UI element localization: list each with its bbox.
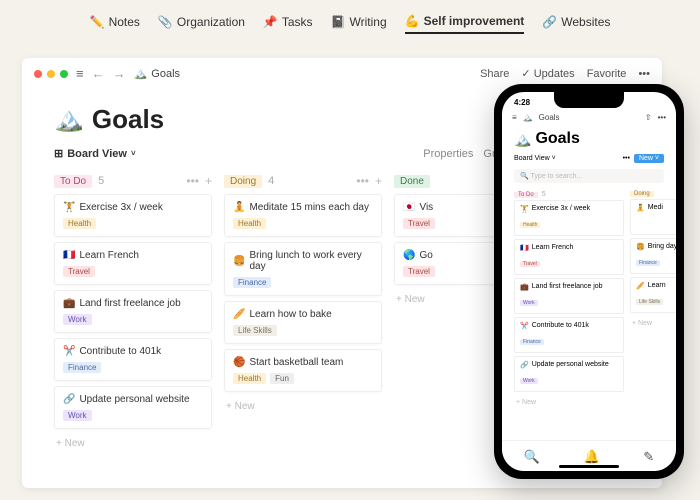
tag: Fun (270, 373, 294, 384)
column-add-icon[interactable]: + (205, 174, 212, 188)
phone-card[interactable]: 🍔Bring dayFinance (630, 238, 676, 274)
card[interactable]: ✂️Contribute to 401kFinance (54, 338, 212, 381)
new-card-button[interactable]: + New (54, 434, 212, 453)
share-button[interactable]: Share (480, 68, 509, 80)
tag: Life Skills (233, 325, 277, 336)
phone-page-title: 🏔️ Goals (502, 124, 676, 152)
tab-notes[interactable]: ✏️Notes (90, 14, 140, 34)
tag: Finance (233, 277, 271, 288)
more-icon[interactable]: ••• (638, 68, 650, 80)
home-indicator[interactable] (559, 465, 619, 468)
phone-search-input[interactable]: 🔍 Type to search... (514, 169, 664, 183)
properties-button[interactable]: Properties (423, 148, 473, 160)
tag: Health (233, 373, 266, 384)
phone-view-more[interactable]: ••• (623, 155, 630, 162)
forward-icon[interactable]: → (113, 66, 126, 81)
phone-col-label[interactable]: To Do (514, 192, 538, 198)
column-more-icon[interactable]: ••• (186, 174, 199, 188)
phone-card[interactable]: 🇫🇷Learn FrenchTravel (514, 239, 624, 275)
phone-new-button[interactable]: New ˅ (634, 154, 664, 163)
column-label[interactable]: Doing (224, 175, 262, 188)
phone-kanban: To Do5🏋️Exercise 3x / weekHealth🇫🇷Learn … (502, 187, 676, 412)
favorite-button[interactable]: Favorite (587, 68, 627, 80)
phone-titlebar: ≡ 🏔️ Goals ⇧ ••• (502, 107, 676, 124)
column-label[interactable]: To Do (54, 175, 92, 188)
min-dot[interactable] (47, 70, 55, 78)
phone-card[interactable]: 🧘Medi (630, 199, 676, 235)
tag: Health (63, 218, 96, 229)
tab-self-improvement[interactable]: 💪Self improvement (405, 14, 525, 34)
phone-new-card[interactable]: + New (514, 395, 624, 410)
phone-share-icon[interactable]: ⇧ (645, 113, 652, 122)
close-dot[interactable] (34, 70, 42, 78)
phone-notch (554, 92, 624, 108)
phone-card[interactable]: 🏋️Exercise 3x / weekHealth (514, 200, 624, 236)
column-more-icon[interactable]: ••• (356, 174, 369, 188)
tab-organization[interactable]: 📎Organization (158, 14, 245, 34)
column-count: 4 (268, 175, 274, 187)
phone-card[interactable]: 🔗Update personal websiteWork (514, 356, 624, 392)
phone-heading[interactable]: Goals (535, 130, 579, 148)
phone-nav-compose-icon[interactable]: ✎ (643, 449, 654, 465)
card[interactable]: 🏋️Exercise 3x / weekHealth (54, 194, 212, 237)
card[interactable]: 🇫🇷Learn FrenchTravel (54, 242, 212, 285)
crumb-icon: 🏔️ (134, 67, 148, 80)
column-label[interactable]: Done (394, 175, 430, 188)
page-icon[interactable]: 🏔️ (54, 105, 84, 134)
phone-page-icon[interactable]: 🏔️ (514, 131, 531, 148)
phone-more-icon[interactable]: ••• (658, 113, 666, 122)
tag: Work (63, 314, 92, 325)
column-to-do: To Do 5 ••• + 🏋️Exercise 3x / weekHealth 🇫🇷Le… (54, 172, 212, 453)
new-card-button[interactable]: + New (224, 397, 382, 416)
phone-card[interactable]: ✂️Contribute to 401kFinance (514, 317, 624, 353)
phone-card[interactable]: 💼Land first freelance jobWork (514, 278, 624, 314)
phone-boardview[interactable]: Board View ˅ (514, 155, 556, 162)
phone-column: Doing 🧘Medi🍔Bring dayFinance🥖LearnLife Sk… (630, 189, 676, 410)
phone-view-row: Board View ˅ ••• New ˅ (502, 152, 676, 167)
back-icon[interactable]: ← (92, 66, 105, 81)
crumb-title: Goals (151, 68, 180, 80)
card[interactable]: 💼Land first freelance jobWork (54, 290, 212, 333)
updates-button[interactable]: ✓ Updates (521, 67, 574, 80)
card[interactable]: 🍔Bring lunch to work every dayFinance (224, 242, 382, 296)
board-view-selector[interactable]: ⊞ Board View ˅ (54, 147, 136, 160)
phone-nav-search-icon[interactable]: 🔍 (524, 449, 540, 465)
tag: Travel (403, 266, 435, 277)
tab-writing[interactable]: 📓Writing (331, 14, 387, 34)
phone-nav-bell-icon[interactable]: 🔔 (584, 449, 600, 465)
phone-mockup: 4:28 ≡ 🏔️ Goals ⇧ ••• 🏔️ Goals Board Vie… (494, 84, 684, 479)
tag: Travel (63, 266, 95, 277)
breadcrumb[interactable]: 🏔️ Goals (134, 67, 180, 80)
column-add-icon[interactable]: + (375, 174, 382, 188)
tag: Health (233, 218, 266, 229)
card[interactable]: 🔗Update personal websiteWork (54, 386, 212, 429)
tab-tasks[interactable]: 📌Tasks (263, 14, 313, 34)
phone-column: To Do5🏋️Exercise 3x / weekHealth🇫🇷Learn … (514, 189, 624, 410)
card[interactable]: 🧘Meditate 15 mins each dayHealth (224, 194, 382, 237)
window-controls[interactable] (34, 70, 68, 78)
card[interactable]: 🏀Start basketball teamHealthFun (224, 349, 382, 392)
phone-new-card[interactable]: + New (630, 316, 676, 331)
page-heading[interactable]: Goals (92, 104, 164, 135)
tag: Travel (403, 218, 435, 229)
menu-icon[interactable]: ≡ (76, 66, 84, 81)
phone-card[interactable]: 🥖LearnLife Skills (630, 277, 676, 313)
max-dot[interactable] (60, 70, 68, 78)
tab-websites[interactable]: 🔗Websites (542, 14, 610, 34)
phone-crumb-icon: 🏔️ (523, 113, 533, 122)
tag: Finance (63, 362, 101, 373)
category-tabs: ✏️Notes 📎Organization 📌Tasks 📓Writing 💪Self … (0, 0, 700, 44)
card[interactable]: 🥖Learn how to bakeLife Skills (224, 301, 382, 344)
tag: Work (63, 410, 92, 421)
phone-col-label[interactable]: Doing (630, 191, 654, 197)
column-doing: Doing 4 ••• + 🧘Meditate 15 mins each dayHeal… (224, 172, 382, 453)
phone-menu-icon[interactable]: ≡ (512, 113, 517, 122)
phone-crumb[interactable]: Goals (539, 113, 560, 122)
column-count: 5 (98, 175, 104, 187)
